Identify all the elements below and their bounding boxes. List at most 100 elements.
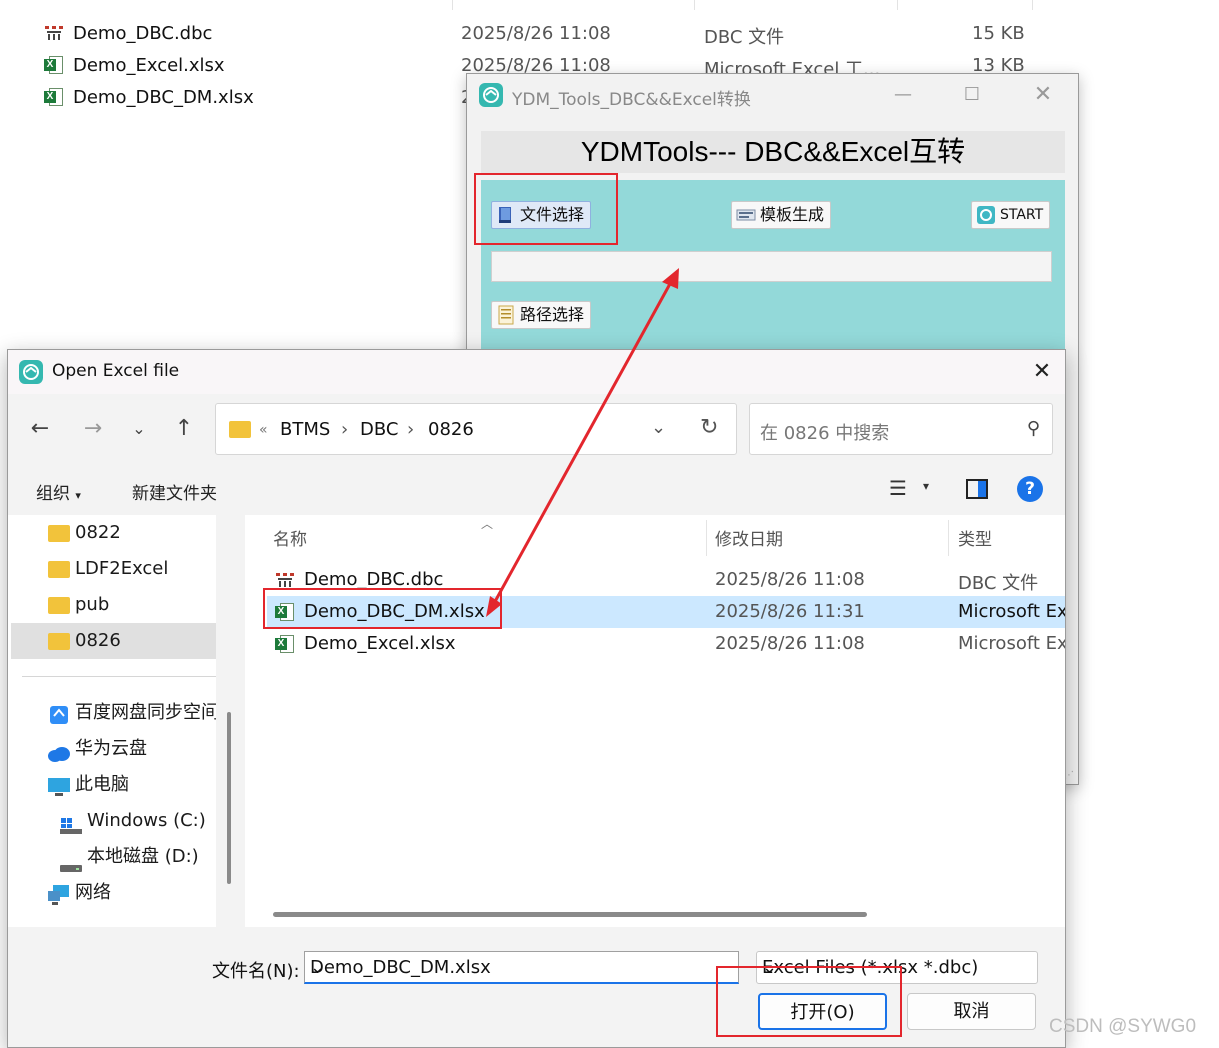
drive-icon bbox=[59, 812, 83, 839]
nav-item-ldf2excel[interactable]: LDF2Excel bbox=[8, 551, 216, 587]
column-separator bbox=[694, 0, 695, 10]
nav-item-label: 百度网盘同步空间 bbox=[75, 702, 216, 723]
open-excel-file-dialog: Open Excel file ✕ ← → ⌄ ↑ « BTMS › DBC ›… bbox=[7, 349, 1066, 1048]
file-type: DBC 文件 bbox=[958, 573, 1039, 594]
start-button[interactable]: START bbox=[971, 201, 1051, 229]
nav-item-baidu-sync[interactable]: 百度网盘同步空间 bbox=[8, 695, 216, 731]
column-separator bbox=[897, 0, 898, 10]
column-separator[interactable] bbox=[706, 520, 707, 556]
file-date: 2025/8/26 11:08 bbox=[461, 23, 611, 44]
dialog-title: Open Excel file bbox=[52, 361, 180, 381]
file-date: 2025/8/26 11:08 bbox=[715, 633, 865, 654]
view-list-icon[interactable]: ☰ bbox=[889, 476, 907, 500]
back-arrow-icon[interactable]: ← bbox=[25, 414, 55, 444]
start-label: START bbox=[1000, 207, 1044, 223]
nav-item-network[interactable]: 网络 bbox=[8, 875, 216, 911]
search-input[interactable]: 在 0826 中搜索 bbox=[760, 419, 889, 445]
dbc-file-icon bbox=[44, 23, 64, 43]
annotation-highlight-file-select bbox=[474, 173, 618, 245]
column-header-date[interactable]: 修改日期 bbox=[715, 525, 783, 550]
column-header-type[interactable]: 类型 bbox=[958, 525, 992, 550]
nav-item-label: 0826 bbox=[75, 630, 121, 651]
nav-item-this-pc[interactable]: 此电脑 bbox=[8, 767, 216, 803]
recent-locations-chevron-icon[interactable]: ⌄ bbox=[124, 414, 154, 444]
caret-down-icon[interactable]: ▾ bbox=[923, 479, 929, 493]
forward-arrow-icon[interactable]: → bbox=[78, 414, 108, 444]
address-bar[interactable]: « BTMS › DBC › 0826 ⌄ ↻ bbox=[215, 403, 737, 455]
nav-scrollbar[interactable] bbox=[227, 712, 231, 884]
help-icon[interactable]: ? bbox=[1017, 476, 1043, 502]
file-size: 15 KB bbox=[972, 23, 1025, 44]
watermark: CSDN @SYWG0 bbox=[1049, 1016, 1197, 1037]
app-logo-icon bbox=[479, 83, 503, 107]
annotation-highlight-selected-file bbox=[263, 588, 502, 629]
nav-item-0826[interactable]: 0826 bbox=[11, 623, 216, 659]
cloud-icon bbox=[47, 740, 71, 767]
folder-icon bbox=[48, 561, 70, 578]
document-icon bbox=[736, 205, 756, 225]
nav-item-label: LDF2Excel bbox=[75, 558, 169, 579]
column-separator[interactable] bbox=[948, 520, 949, 556]
nav-item-label: pub bbox=[75, 594, 110, 615]
breadcrumb-item[interactable]: 0826 bbox=[428, 419, 474, 440]
template-generate-button[interactable]: 模板生成 bbox=[731, 201, 832, 229]
app-titlebar[interactable]: YDM_Tools_DBC&&Excel转换 — ☐ ✕ bbox=[467, 74, 1078, 118]
file-type: DBC 文件 bbox=[704, 27, 785, 48]
dialog-titlebar[interactable]: Open Excel file ✕ bbox=[8, 350, 1065, 394]
search-box[interactable]: 在 0826 中搜索 ⚲ bbox=[749, 403, 1053, 455]
breadcrumb-overflow[interactable]: « bbox=[259, 422, 268, 438]
file-date: 2025/8/26 11:08 bbox=[715, 569, 865, 590]
computer-icon bbox=[47, 775, 71, 803]
nav-item-local-disk-d[interactable]: 本地磁盘 (D:) bbox=[8, 839, 216, 875]
column-separator bbox=[452, 0, 453, 10]
nav-divider bbox=[22, 676, 216, 677]
path-select-button[interactable]: 路径选择 bbox=[491, 301, 592, 329]
nav-item-huawei-cloud[interactable]: 华为云盘 bbox=[8, 731, 216, 767]
breadcrumb-item[interactable]: DBC bbox=[360, 419, 398, 440]
up-arrow-icon[interactable]: ↑ bbox=[169, 414, 199, 444]
filename-input[interactable]: Demo_DBC_DM.xlsx ⌄ bbox=[304, 951, 739, 984]
app-window-title: YDM_Tools_DBC&&Excel转换 bbox=[512, 90, 751, 110]
preview-pane-icon[interactable] bbox=[966, 479, 988, 499]
new-folder-button[interactable]: 新建文件夹 bbox=[132, 479, 217, 504]
excel-file-icon: X bbox=[275, 634, 295, 654]
close-icon[interactable]: ✕ bbox=[1028, 82, 1058, 108]
chevron-down-icon[interactable]: ⌄ bbox=[651, 417, 666, 438]
maximize-icon[interactable]: ☐ bbox=[957, 82, 987, 108]
organize-menu[interactable]: 组织 ▾ bbox=[36, 479, 81, 504]
column-header-name[interactable]: 名称 bbox=[273, 525, 307, 550]
folder-icon bbox=[48, 525, 70, 542]
network-icon bbox=[47, 883, 71, 911]
cancel-button[interactable]: 取消 bbox=[907, 993, 1036, 1030]
nav-item-label: 网络 bbox=[75, 882, 111, 903]
caret-down-icon: ▾ bbox=[75, 489, 81, 502]
chevron-down-icon[interactable]: ⌄ bbox=[310, 957, 325, 978]
minimize-icon[interactable]: — bbox=[888, 82, 918, 108]
organize-label: 组织 bbox=[36, 484, 70, 504]
filename-label: 文件名(N): bbox=[212, 961, 300, 982]
nav-item-pub[interactable]: pub bbox=[8, 587, 216, 623]
file-name: Demo_DBC.dbc bbox=[304, 569, 444, 590]
breadcrumb-item[interactable]: BTMS bbox=[280, 419, 330, 440]
breadcrumb-separator: › bbox=[407, 419, 415, 440]
template-generate-label: 模板生成 bbox=[760, 205, 825, 224]
excel-file-icon: X bbox=[44, 55, 64, 75]
nav-item-label: Windows (C:) bbox=[87, 810, 206, 831]
file-name: Demo_Excel.xlsx bbox=[304, 633, 456, 654]
nav-item-windows-c[interactable]: Windows (C:) bbox=[8, 803, 216, 839]
path-select-label: 路径选择 bbox=[520, 305, 585, 324]
folder-icon bbox=[48, 633, 70, 650]
file-row[interactable]: X Demo_Excel.xlsx 2025/8/26 11:08 Micros… bbox=[267, 628, 1065, 660]
close-icon[interactable]: ✕ bbox=[1027, 358, 1057, 386]
filename-value: Demo_DBC_DM.xlsx bbox=[310, 957, 491, 978]
nav-item-label: 本地磁盘 (D:) bbox=[87, 846, 199, 867]
background-file-row[interactable]: Demo_DBC.dbc 2025/8/26 11:08 DBC 文件 15 K… bbox=[0, 19, 1219, 49]
file-path-display bbox=[491, 251, 1052, 282]
folder-icon bbox=[48, 597, 70, 614]
nav-item-0822[interactable]: 0822 bbox=[8, 515, 216, 551]
list-icon bbox=[496, 305, 516, 325]
drive-icon bbox=[59, 852, 83, 875]
refresh-icon[interactable]: ↻ bbox=[700, 415, 718, 440]
search-icon[interactable]: ⚲ bbox=[1027, 418, 1040, 439]
horizontal-scrollbar[interactable] bbox=[273, 912, 867, 917]
